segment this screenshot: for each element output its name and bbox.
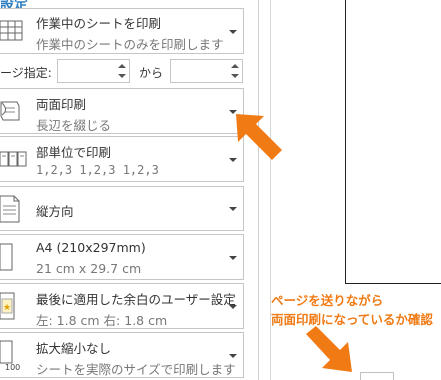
annotation-arrow-icon: [236, 114, 282, 160]
duplex-print-icon: [0, 89, 27, 133]
spin-down-icon[interactable]: [231, 74, 239, 78]
scaling-label: 拡大縮小なし: [36, 341, 112, 356]
spin-down-icon[interactable]: [118, 74, 126, 78]
scaling-100-icon: 100: [0, 333, 27, 377]
margins-dropdown[interactable]: ★ 最後に適用した余白のユーザー設定 左: 1.8 cm 右: 1.8 cm: [0, 283, 244, 329]
annotation-arrow-icon: [306, 326, 352, 372]
svg-text:★: ★: [3, 303, 11, 313]
paper-size-label: A4 (210x297mm): [36, 240, 146, 255]
spin-up-icon[interactable]: [118, 64, 126, 68]
collate-dropdown[interactable]: 部単位で印刷 1,2,3 1,2,3 1,2,3: [0, 136, 244, 182]
scaling-dropdown[interactable]: 100 拡大縮小なし シートを実際のサイズで印刷します: [0, 332, 244, 378]
pages-range-row: ージ指定: から: [0, 58, 258, 84]
print-scope-description: 作業中のシートのみを印刷します: [36, 37, 224, 52]
margins-label: 最後に適用した余白のユーザー設定: [36, 292, 236, 307]
paper-size-icon: [0, 235, 27, 279]
orientation-label: 縦方向: [36, 204, 74, 219]
svg-text:100: 100: [5, 363, 20, 371]
print-scope-label: 作業中のシートを印刷: [36, 16, 162, 31]
pages-to-input[interactable]: [170, 59, 243, 83]
margins-icon: ★: [0, 284, 27, 328]
margins-description: 左: 1.8 cm 右: 1.8 cm: [36, 313, 168, 328]
annotation-line-2: 両面印刷になっているか確認: [271, 312, 433, 327]
orientation-dropdown[interactable]: 縦方向: [0, 186, 244, 231]
paper-size-description: 21 cm x 29.7 cm: [36, 261, 142, 276]
portrait-page-icon: [0, 187, 27, 230]
spin-up-icon[interactable]: [231, 64, 239, 68]
chevron-down-icon: [229, 354, 237, 358]
collate-description: 1,2,3 1,2,3 1,2,3: [36, 163, 159, 177]
preview-page: [345, 0, 441, 284]
print-settings-panel: 設定 作業中のシートを印刷 作業中のシートのみを印刷します ージ指定: から 両…: [0, 0, 258, 380]
collate-pages-icon: [0, 137, 27, 181]
pages-separator-label: から: [139, 66, 164, 80]
scroll-gutter[interactable]: [259, 0, 271, 380]
collate-label: 部単位で印刷: [36, 145, 112, 160]
page-number-box[interactable]: [360, 372, 394, 380]
sheet-grid-icon: [0, 9, 27, 53]
print-scope-dropdown[interactable]: 作業中のシートを印刷 作業中のシートのみを印刷します: [0, 8, 244, 54]
paper-size-dropdown[interactable]: A4 (210x297mm) 21 cm x 29.7 cm: [0, 234, 244, 280]
chevron-down-icon: [229, 256, 237, 260]
duplex-description: 長辺を綴じる: [36, 118, 112, 133]
duplex-label: 両面印刷: [36, 97, 87, 112]
pages-label: ージ指定:: [0, 66, 52, 80]
pages-from-input[interactable]: [57, 59, 130, 83]
chevron-down-icon: [229, 207, 237, 211]
chevron-down-icon: [229, 305, 237, 309]
annotation-line-1: ページを送りながら: [271, 293, 384, 308]
duplex-dropdown[interactable]: 両面印刷 長辺を綴じる: [0, 88, 244, 134]
chevron-down-icon: [229, 30, 237, 34]
scaling-description: シートを実際のサイズで印刷します: [36, 362, 236, 377]
